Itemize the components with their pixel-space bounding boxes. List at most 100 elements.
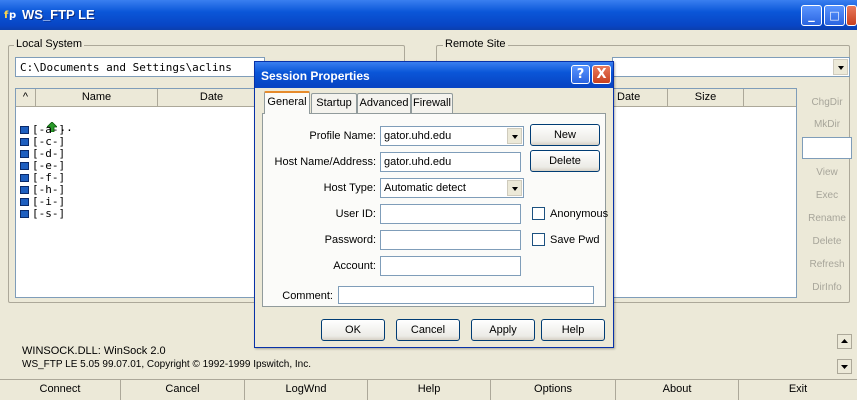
- list-item[interactable]: [-a-]: [20, 124, 65, 135]
- remote-size-header[interactable]: Size: [668, 89, 744, 107]
- dialog-title: Session Properties: [261, 69, 370, 83]
- tab-startup[interactable]: Startup: [311, 93, 357, 113]
- drive-icon: [20, 138, 29, 146]
- drive-icon: [20, 198, 29, 206]
- remote-path-field[interactable]: [612, 57, 850, 77]
- comment-field[interactable]: [338, 286, 594, 304]
- ok-button[interactable]: OK: [321, 319, 385, 341]
- list-item[interactable]: [-i-]: [20, 196, 65, 207]
- remote-mask-field[interactable]: [802, 137, 852, 159]
- local-system-label: Local System: [14, 38, 85, 50]
- save-pwd-checkbox[interactable]: [532, 233, 545, 246]
- list-item[interactable]: [-e-]: [20, 160, 65, 171]
- local-date-header[interactable]: Date: [158, 89, 264, 107]
- list-item[interactable]: [-f-]: [20, 172, 65, 183]
- tab-advanced[interactable]: Advanced: [357, 93, 411, 113]
- remote-extra-header: [744, 89, 796, 107]
- host-name-field[interactable]: gator.uhd.edu: [380, 152, 521, 172]
- user-id-field[interactable]: [380, 204, 521, 224]
- comment-label: Comment:: [282, 290, 333, 302]
- exit-button[interactable]: Exit: [739, 380, 857, 400]
- list-item[interactable]: [-s-]: [20, 208, 65, 219]
- profile-name-value: gator.uhd.edu: [384, 130, 452, 142]
- apply-button[interactable]: Apply: [471, 319, 535, 341]
- host-type-select[interactable]: Automatic detect: [380, 178, 524, 198]
- about-button[interactable]: About: [616, 380, 739, 400]
- drive-icon: [20, 162, 29, 170]
- host-name-value: gator.uhd.edu: [384, 156, 452, 168]
- file-name: [-s-]: [32, 207, 66, 220]
- drive-icon: [20, 186, 29, 194]
- list-item[interactable]: [-d-]: [20, 148, 65, 159]
- log-scroll-down[interactable]: [837, 359, 852, 374]
- password-field[interactable]: [380, 230, 521, 250]
- maximize-button[interactable]: □: [824, 5, 845, 26]
- host-name-label: Host Name/Address:: [274, 156, 376, 168]
- log-line-1: WINSOCK.DLL: WinSock 2.0: [22, 345, 166, 357]
- local-path-field[interactable]: C:\Documents and Settings\aclins: [15, 57, 265, 77]
- list-item[interactable]: [-h-]: [20, 184, 65, 195]
- delete-profile-button[interactable]: Delete: [530, 150, 600, 172]
- cancel-main-button[interactable]: Cancel: [121, 380, 245, 400]
- session-properties-dialog: Session Properties ? X General Startup A…: [254, 61, 614, 348]
- anonymous-checkbox[interactable]: [532, 207, 545, 220]
- help-icon: ?: [576, 67, 585, 82]
- app-icon: f p: [4, 10, 16, 21]
- chevron-down-icon[interactable]: [507, 180, 522, 196]
- logwnd-button[interactable]: LogWnd: [245, 380, 368, 400]
- local-sort-header[interactable]: ^: [16, 89, 36, 107]
- profile-name-select[interactable]: gator.uhd.edu: [380, 126, 524, 146]
- remote-file-list[interactable]: Date Size: [612, 88, 797, 298]
- host-type-value: Automatic detect: [384, 182, 466, 194]
- dialog-title-bar: Session Properties ? X: [255, 62, 613, 88]
- drive-icon: [20, 126, 29, 134]
- chevron-down-icon: [841, 365, 848, 369]
- list-item[interactable]: ..: [20, 111, 73, 133]
- tab-general[interactable]: General: [264, 91, 310, 114]
- profile-name-label: Profile Name:: [309, 130, 376, 142]
- close-button[interactable]: [846, 5, 857, 26]
- tab-firewall[interactable]: Firewall: [411, 93, 453, 113]
- local-file-list[interactable]: ^ Name Date .. [-a-] [-c-] [-d-] [-e-] […: [15, 88, 265, 298]
- refresh-button[interactable]: Refresh: [802, 254, 852, 276]
- host-type-label: Host Type:: [323, 182, 376, 194]
- view-button[interactable]: View: [802, 162, 852, 184]
- local-path-text: C:\Documents and Settings\aclins: [20, 61, 232, 74]
- new-button[interactable]: New: [530, 124, 600, 146]
- drive-icon: [20, 150, 29, 158]
- password-label: Password:: [324, 234, 376, 246]
- cancel-button[interactable]: Cancel: [396, 319, 460, 341]
- chgdir-button[interactable]: ChgDir: [802, 92, 852, 114]
- local-name-header[interactable]: Name: [36, 89, 158, 107]
- mkdir-button[interactable]: MkDir: [802, 114, 852, 136]
- general-tab-page: Profile Name: gator.uhd.edu Host Name/Ad…: [262, 113, 608, 307]
- dialog-close-button[interactable]: X: [592, 65, 611, 84]
- remote-site-label: Remote Site: [443, 38, 508, 50]
- window-title: WS_FTP LE: [22, 7, 95, 22]
- account-field[interactable]: [380, 256, 521, 276]
- dialog-help-button[interactable]: ?: [571, 65, 590, 84]
- minimize-button[interactable]: _: [801, 5, 822, 26]
- dirinfo-button[interactable]: DirInfo: [802, 277, 852, 299]
- drive-icon: [20, 210, 29, 218]
- close-icon: X: [596, 67, 607, 82]
- chevron-down-icon[interactable]: [833, 59, 848, 75]
- help-button[interactable]: Help: [541, 319, 605, 341]
- title-bar: f p WS_FTP LE _ □: [0, 0, 857, 30]
- connect-button[interactable]: Connect: [0, 380, 121, 400]
- options-button[interactable]: Options: [491, 380, 616, 400]
- list-item[interactable]: [-c-]: [20, 136, 65, 147]
- drive-icon: [20, 174, 29, 182]
- rename-button[interactable]: Rename: [802, 208, 852, 230]
- chevron-down-icon[interactable]: [507, 128, 522, 144]
- help-main-button[interactable]: Help: [368, 380, 491, 400]
- remote-date-header[interactable]: Date: [613, 89, 668, 107]
- exec-button[interactable]: Exec: [802, 185, 852, 207]
- account-label: Account:: [333, 260, 376, 272]
- log-scroll-up[interactable]: [837, 334, 852, 349]
- chevron-up-icon: [841, 339, 848, 343]
- user-id-label: User ID:: [335, 208, 376, 220]
- delete-remote-button[interactable]: Delete: [802, 231, 852, 253]
- save-pwd-label: Save Pwd: [550, 234, 600, 246]
- svg-text:p: p: [9, 10, 16, 21]
